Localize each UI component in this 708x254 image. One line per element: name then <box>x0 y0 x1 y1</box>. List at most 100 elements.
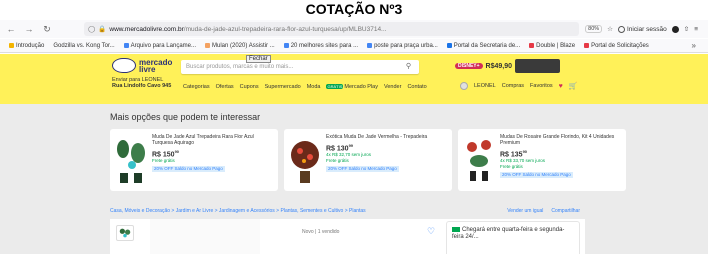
bookmark-favicon <box>584 43 590 48</box>
category-nav: Categorias Ofertas Cupons Supermercado M… <box>183 84 427 90</box>
bookmark-label: 20 melhores sites para ... <box>290 42 359 49</box>
product-price: R$ 15090 <box>152 149 272 158</box>
product-info: Exótica Muda De Jade Vermelha - Trepadei… <box>326 134 446 173</box>
bookmarks-bar: Introdução Godzilla vs. Kong Tor... Arqu… <box>0 39 708 53</box>
nav-item-mercado-play[interactable]: GRÁTIS Mercado Play <box>326 84 378 90</box>
toolbar-right: 80% ☆ Iniciar sessão ⇧ ≡ <box>585 25 698 33</box>
search-placeholder: Buscar produtos, marcas e muito mais... <box>186 64 294 70</box>
sell-similar-link[interactable]: Vender um igual <box>507 208 543 214</box>
sync-label: Iniciar sessão <box>627 25 667 33</box>
bookmark-item[interactable]: poste para praça urba... <box>367 43 438 49</box>
nav-item-ofertas[interactable]: Ofertas <box>216 84 234 90</box>
nav-item-compras[interactable]: Compras <box>502 83 524 89</box>
nav-item-contato[interactable]: Contato <box>407 84 426 90</box>
bookmark-favicon <box>205 43 210 48</box>
bookmark-item[interactable]: Mulan (2020) Assistir ... <box>205 43 275 49</box>
logo-text: mercado livre <box>139 58 172 74</box>
delivery-box: Chegará entre quarta-feira e segunda-fei… <box>446 221 580 254</box>
bookmark-label: Arquivo para Lançame... <box>130 42 196 49</box>
nav-item-vender[interactable]: Vender <box>384 84 401 90</box>
heart-icon[interactable]: ♡ <box>427 226 435 237</box>
url-path: /muda-de-jade-azul-trepadeira-rara-flor-… <box>183 25 387 33</box>
search-input[interactable]: Buscar produtos, marcas e muito mais... … <box>181 60 419 74</box>
price-value: R$ 130 <box>326 145 349 153</box>
breadcrumb-actions: Vender um igual Compartilhar <box>507 208 580 214</box>
nav-item-supermercado[interactable]: Supermercado <box>265 84 301 90</box>
url-host: www.mercadolivre.com.br <box>109 25 184 33</box>
product-panel: Novo | 1 vendido ♡ Chegará entre quarta-… <box>110 219 585 254</box>
chevron-right-icon[interactable]: » <box>692 41 696 50</box>
sync-button[interactable]: Iniciar sessão <box>618 25 667 33</box>
bookmark-label: Double | Blaze <box>536 42 576 49</box>
reload-icon[interactable]: ↻ <box>40 22 54 36</box>
logo-line2: livre <box>139 64 156 74</box>
product-info: Mudas De Rosaire Grande Florindo, Kit 4 … <box>500 134 620 179</box>
promo-banner[interactable]: DISNEY+ R$49,90 <box>455 58 565 74</box>
free-badge: GRÁTIS <box>326 84 344 89</box>
notification-icon[interactable]: ♥ <box>559 83 563 90</box>
bookmark-item[interactable]: Double | Blaze <box>529 43 575 49</box>
search-icon[interactable]: ⚲ <box>406 62 411 70</box>
condition-sold: Novo | 1 vendido <box>302 229 340 235</box>
extension-icon[interactable] <box>671 25 679 33</box>
zoom-level[interactable]: 80% <box>585 25 603 33</box>
bookmark-item[interactable]: Introdução <box>9 43 44 49</box>
share-icon[interactable]: ⇧ <box>684 25 689 33</box>
cart-icon[interactable]: 🛒 <box>569 82 578 90</box>
gallery-thumbnail[interactable] <box>116 225 134 241</box>
bookmark-favicon <box>283 43 289 48</box>
bookmark-label: Godzilla vs. Kong Tor... <box>53 42 115 49</box>
bookmark-favicon <box>367 43 373 48</box>
discount-badge: 20% OFF Saldo no Mercado Pago <box>500 172 573 179</box>
bookmark-item[interactable]: Godzilla vs. Kong Tor... <box>53 43 114 49</box>
bookmark-label: Portal da Secretaria de... <box>453 42 521 49</box>
bookmark-favicon <box>9 43 14 48</box>
bookmark-item[interactable]: Arquivo para Lançame... <box>123 42 196 49</box>
promo-image <box>515 59 561 73</box>
address-bar[interactable]: ◯ 🔒 www.mercadolivre.com.br/muda-de-jade… <box>84 22 579 36</box>
main-content: Mais opções que podem te interessar Muda… <box>0 104 708 254</box>
nav-item-favoritos[interactable]: Favoritos <box>530 83 553 89</box>
avatar[interactable] <box>460 82 468 90</box>
tooltip: Fechar <box>246 55 271 63</box>
product-price: R$ 13590 <box>500 149 620 158</box>
price-cents: 99 <box>348 143 354 148</box>
main-product-image[interactable] <box>150 219 260 254</box>
product-card[interactable]: Exótica Muda De Jade Vermelha - Trepadei… <box>284 129 452 191</box>
user-name[interactable]: LEONEL <box>474 83 496 89</box>
discount-badge: 20% OFF Saldo no Mercado Pago <box>152 166 225 173</box>
product-info: Muda De Jade Azul Trepadeira Rara Flor A… <box>152 134 272 173</box>
truck-icon <box>452 227 460 232</box>
star-icon[interactable]: ☆ <box>607 25 613 33</box>
promo-price: R$49,90 <box>485 62 513 70</box>
nav-item-categorias[interactable]: Categorias <box>183 84 210 90</box>
browser-toolbar: ← → ↻ ◯ 🔒 www.mercadolivre.com.br/muda-d… <box>0 20 708 38</box>
bookmark-label: Portal de Solicitações <box>591 42 649 49</box>
forward-icon[interactable]: → <box>22 22 36 36</box>
location-selector[interactable]: Enviar para LEONEL Rua Lindolfo Cavo 945 <box>112 77 171 89</box>
promo-pill: DISNEY+ <box>455 63 483 69</box>
nav-label: Mercado Play <box>344 84 378 90</box>
bookmark-item[interactable]: 20 melhores sites para ... <box>283 42 359 49</box>
site-logo[interactable]: mercado livre <box>112 58 172 73</box>
bookmark-favicon <box>529 43 535 48</box>
shipping-label: Frete grátis <box>152 158 175 164</box>
product-card[interactable]: Mudas De Rosaire Grande Florindo, Kit 4 … <box>458 129 626 191</box>
menu-icon[interactable]: ≡ <box>694 26 698 33</box>
bookmark-favicon <box>123 43 129 48</box>
lock-icon: 🔒 <box>98 26 107 33</box>
price-value: R$ 150 <box>152 151 175 159</box>
nav-item-moda[interactable]: Moda <box>307 84 321 90</box>
section-title: Mais opções que podem te interessar <box>110 112 261 122</box>
account-icon <box>618 25 625 33</box>
bookmark-item[interactable]: Portal da Secretaria de... <box>446 42 521 49</box>
back-icon[interactable]: ← <box>4 22 18 36</box>
breadcrumb: Casa, Móveis e Decoração > Jardim e Ar L… <box>110 208 580 214</box>
product-card[interactable]: Muda De Jade Azul Trepadeira Rara Flor A… <box>110 129 278 191</box>
nav-item-cupons[interactable]: Cupons <box>240 84 259 90</box>
share-link[interactable]: Compartilhar <box>551 208 580 214</box>
site-header: mercado livre Buscar produtos, marcas e … <box>0 54 708 104</box>
breadcrumb-path[interactable]: Casa, Móveis e Decoração > Jardim e Ar L… <box>110 208 366 214</box>
recommendation-cards: Muda De Jade Azul Trepadeira Rara Flor A… <box>110 129 626 191</box>
bookmark-item[interactable]: Portal de Solicitações <box>584 43 649 49</box>
